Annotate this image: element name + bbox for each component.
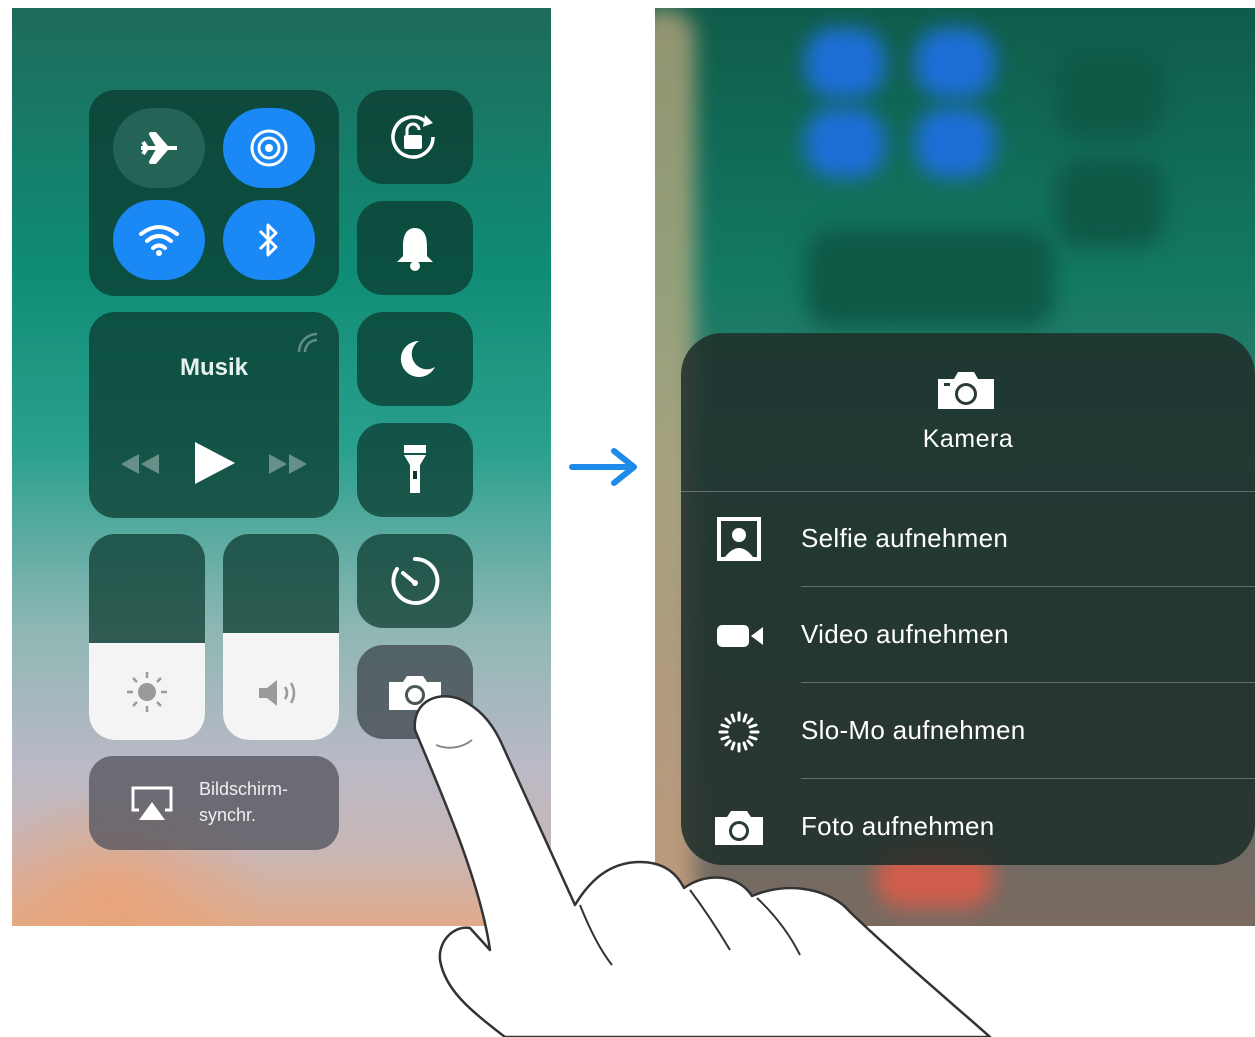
pointing-hand-illustration xyxy=(413,695,992,1037)
